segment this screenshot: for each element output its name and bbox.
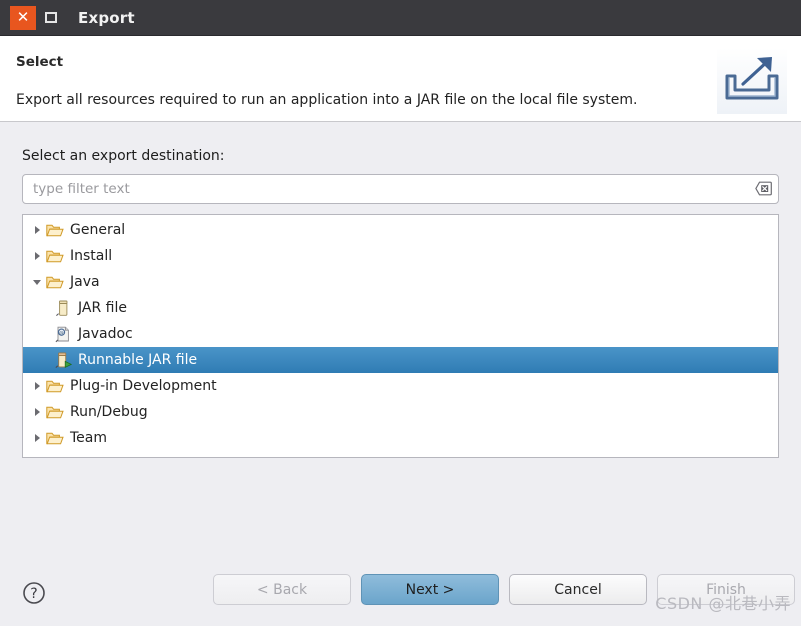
tree-item-label: Javadoc	[78, 326, 133, 342]
window-title: Export	[78, 8, 135, 27]
clear-icon[interactable]	[755, 181, 772, 196]
wizard-footer: ? < Back Next > Cancel Finish CSDN @北巷小弄	[0, 560, 801, 626]
jar-icon	[53, 299, 73, 317]
page-description: Export all resources required to run an …	[16, 92, 638, 108]
tree-item[interactable]: Java	[23, 269, 778, 295]
next-button[interactable]: Next >	[361, 574, 499, 605]
close-button[interactable]: ✕	[10, 5, 36, 30]
runnable-jar-icon	[53, 351, 73, 369]
tree-item[interactable]: @ Javadoc	[23, 321, 778, 347]
folder-icon	[45, 247, 65, 265]
tree-item[interactable]: Run/Debug	[23, 399, 778, 425]
close-icon: ✕	[16, 8, 30, 26]
destination-label: Select an export destination:	[22, 148, 225, 164]
tree-item[interactable]: General	[23, 217, 778, 243]
finish-button: Finish	[657, 574, 795, 605]
tree-item-label: Java	[70, 274, 100, 290]
javadoc-icon: @	[53, 325, 73, 343]
export-icon	[717, 48, 787, 114]
tree-item[interactable]: Runnable JAR file	[23, 347, 778, 373]
tree-item-label: JAR file	[78, 300, 127, 316]
tree-item-label: Runnable JAR file	[78, 352, 198, 368]
tree-item-label: Install	[70, 248, 113, 264]
tree-item[interactable]: Team	[23, 425, 778, 451]
back-button: < Back	[213, 574, 351, 605]
folder-icon	[45, 429, 65, 447]
next-button-label: Next >	[405, 581, 455, 598]
tree-item-label: General	[70, 222, 126, 238]
cancel-button[interactable]: Cancel	[509, 574, 647, 605]
tree-item-label: Run/Debug	[70, 404, 148, 420]
wizard-header: Select Export all resources required to …	[0, 36, 801, 122]
chevron-right-icon[interactable]	[29, 434, 45, 442]
back-button-label: < Back	[256, 581, 308, 598]
chevron-right-icon[interactable]	[29, 226, 45, 234]
filter-row	[22, 174, 779, 204]
filter-input[interactable]	[22, 174, 779, 204]
maximize-icon	[45, 12, 57, 23]
tree-item[interactable]: JAR file	[23, 295, 778, 321]
chevron-down-icon[interactable]	[29, 279, 45, 285]
page-title: Select	[16, 54, 64, 70]
button-bar: < Back Next > Cancel Finish	[213, 574, 795, 605]
tree-item[interactable]: Install	[23, 243, 778, 269]
folder-icon	[45, 403, 65, 421]
export-destination-tree[interactable]: General Install Java JAR file @ Javadoc Runnab…	[22, 214, 779, 458]
folder-icon	[45, 273, 65, 291]
cancel-button-label: Cancel	[554, 581, 602, 598]
chevron-right-icon[interactable]	[29, 408, 45, 416]
tree-item-label: Team	[70, 430, 108, 446]
title-bar: ✕ Export	[0, 0, 801, 36]
help-icon[interactable]: ?	[22, 581, 46, 605]
chevron-right-icon[interactable]	[29, 382, 45, 390]
folder-icon	[45, 221, 65, 239]
finish-button-label: Finish	[706, 581, 746, 598]
chevron-right-icon[interactable]	[29, 252, 45, 260]
tree-item[interactable]: Plug-in Development	[23, 373, 778, 399]
svg-text:?: ?	[30, 586, 37, 602]
svg-text:@: @	[59, 329, 64, 335]
wizard-body: Select an export destination: General Ins…	[0, 122, 801, 560]
maximize-button[interactable]	[38, 6, 64, 30]
tree-item-label: Plug-in Development	[70, 378, 217, 394]
export-wizard-window: ✕ Export Select Export all resources req…	[0, 0, 801, 626]
folder-icon	[45, 377, 65, 395]
